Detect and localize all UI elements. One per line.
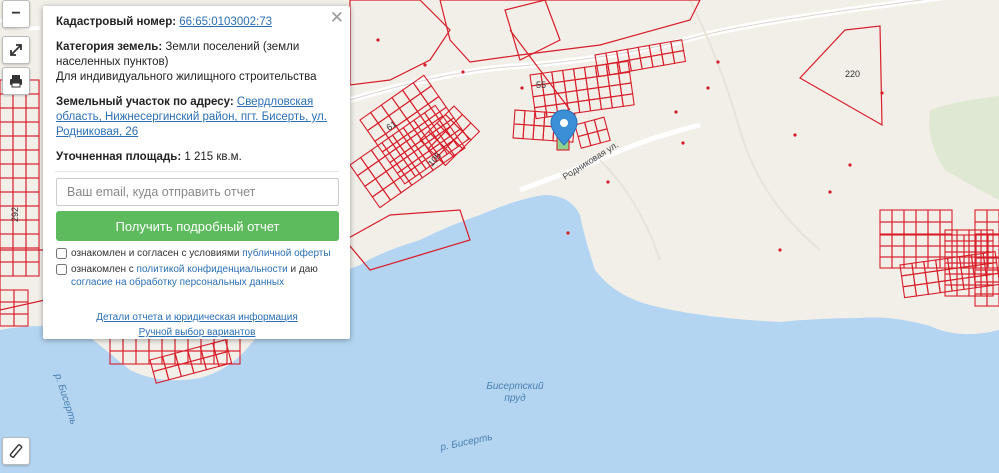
report-details-link[interactable]: Детали отчета и юридическая информация: [56, 310, 338, 325]
cadastral-point: [461, 70, 465, 74]
offer-consent: ознакомлен и согласен с условиями публич…: [56, 247, 338, 260]
cadastral-number-link[interactable]: 66:65:0103002:73: [179, 16, 272, 28]
area-value: 1 215 кв.м.: [184, 151, 242, 163]
offer-consent-label: ознакомлен и согласен с условиями: [71, 248, 240, 259]
parcel-info-panel: ✕ Кадастровый номер: 66:65:0103002:73 Ка…: [43, 6, 350, 339]
cadastral-point: [793, 133, 797, 137]
parcel-label-220: 220: [845, 69, 860, 79]
cadastral-point: [681, 141, 685, 145]
cadastral-point: [778, 248, 782, 252]
cadastral-point: [520, 86, 524, 90]
privacy-consent: ознакомлен с политикой конфиденциальност…: [56, 263, 338, 289]
cadastral-point: [423, 63, 427, 67]
cadastral-point: [674, 110, 678, 114]
cadastral-point: [848, 163, 852, 167]
manual-selection-link[interactable]: Ручной выбор вариантов: [56, 325, 338, 340]
close-icon[interactable]: ✕: [330, 8, 344, 28]
public-offer-link[interactable]: публичной оферты: [242, 248, 330, 259]
cadastral-point: [706, 86, 710, 90]
privacy-consent-checkbox[interactable]: [56, 264, 67, 275]
parcel-label-55: 55: [536, 80, 546, 90]
cadastral-point: [880, 91, 884, 95]
pond-label: Бисертский: [486, 381, 544, 392]
email-input[interactable]: [56, 178, 339, 206]
get-report-button[interactable]: Получить подробный отчет: [56, 211, 339, 241]
ruler-icon[interactable]: [2, 437, 30, 465]
footer-links: Детали отчета и юридическая информация Р…: [56, 310, 338, 340]
address-label: Земельный участок по адресу:: [56, 96, 234, 108]
area-row: Уточненная площадь: 1 215 кв.м.: [56, 150, 338, 165]
privacy-consent-text: ознакомлен с политикой конфиденциальност…: [71, 263, 338, 289]
parcel-label-292: 292: [10, 207, 20, 222]
offer-consent-text: ознакомлен и согласен с условиями публич…: [71, 247, 331, 260]
offer-consent-checkbox[interactable]: [56, 248, 67, 259]
cadastral-point: [566, 231, 570, 235]
cadastral-point: [828, 190, 832, 194]
land-category-row: Категория земель: Земли поселений (земли…: [56, 40, 338, 85]
land-category-label: Категория земель:: [56, 41, 163, 53]
cadastral-number-row: Кадастровый номер: 66:65:0103002:73: [56, 15, 338, 30]
personal-data-consent-link[interactable]: согласие на обработку персональных данны…: [71, 277, 284, 288]
cadastral-number-label: Кадастровый номер:: [56, 16, 177, 28]
zoom-out-button[interactable]: −: [2, 0, 30, 28]
privacy-consent-mid: и даю: [290, 264, 318, 275]
cadastral-point: [376, 38, 380, 42]
address-row: Земельный участок по адресу: Свердловска…: [56, 95, 338, 140]
area-label: Уточненная площадь:: [56, 151, 182, 163]
privacy-policy-link[interactable]: политикой конфиденциальности: [137, 264, 288, 275]
cadastral-point: [716, 60, 720, 64]
divider: [55, 171, 338, 172]
pond-label-line2: пруд: [504, 393, 526, 404]
cadastral-point: [606, 180, 610, 184]
expand-icon[interactable]: [2, 36, 30, 64]
land-purpose-value: Для индивидуального жилищного строительс…: [56, 71, 317, 83]
privacy-consent-label: ознакомлен с: [71, 264, 134, 275]
printer-icon[interactable]: [2, 67, 30, 95]
